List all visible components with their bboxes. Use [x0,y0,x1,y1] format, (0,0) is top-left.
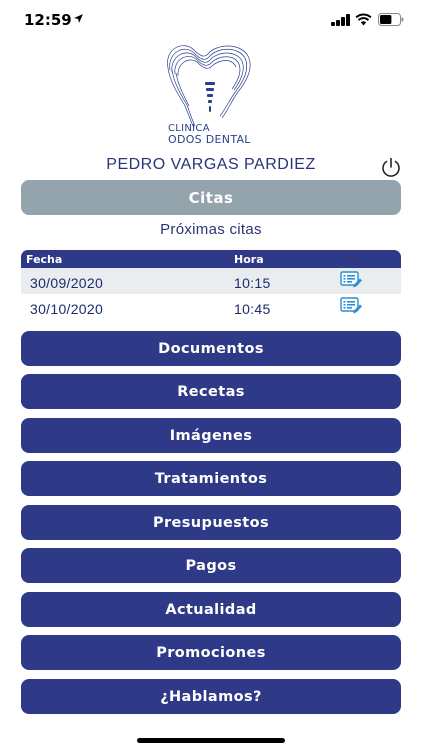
hablamos-button[interactable]: ¿Hablamos? [21,679,401,714]
promociones-button[interactable]: Promociones [21,635,401,670]
status-bar: 12:59 [0,0,422,40]
edit-appointment-icon[interactable] [340,297,362,315]
citas-button[interactable]: Citas [21,180,401,215]
recetas-button[interactable]: Recetas [21,374,401,409]
pagos-button[interactable]: Pagos [21,548,401,583]
documentos-button[interactable]: Documentos [21,331,401,366]
table-header: Fecha Hora [21,250,401,268]
logo-text-odos-dental: ODOS DENTAL [168,133,251,146]
table-row[interactable]: 30/10/2020 10:45 [21,294,401,320]
column-header-hora: Hora [234,253,264,266]
wifi-icon [355,13,372,26]
imagenes-button[interactable]: Imágenes [21,418,401,453]
battery-icon [378,13,404,26]
appointment-time: 10:45 [234,301,271,317]
appointment-time: 10:15 [234,275,271,291]
power-icon[interactable] [380,156,402,178]
proximas-citas-title: Próximas citas [160,221,262,238]
edit-appointment-icon[interactable] [340,271,362,289]
column-header-fecha: Fecha [26,253,63,266]
home-indicator [137,738,285,743]
table-row[interactable]: 30/09/2020 10:15 [21,268,401,294]
actualidad-button[interactable]: Actualidad [21,592,401,627]
cellular-signal-icon [331,14,351,26]
status-time: 12:59 [24,11,72,29]
appointments-table: Fecha Hora 30/09/2020 10:15 30/10/2020 1… [21,250,401,320]
tratamientos-button[interactable]: Tratamientos [21,461,401,496]
presupuestos-button[interactable]: Presupuestos [21,505,401,540]
appointment-date: 30/10/2020 [30,301,104,317]
appointment-date: 30/09/2020 [30,275,104,291]
patient-name: PEDRO VARGAS PARDIEZ [106,156,316,173]
location-arrow-icon [74,14,83,23]
